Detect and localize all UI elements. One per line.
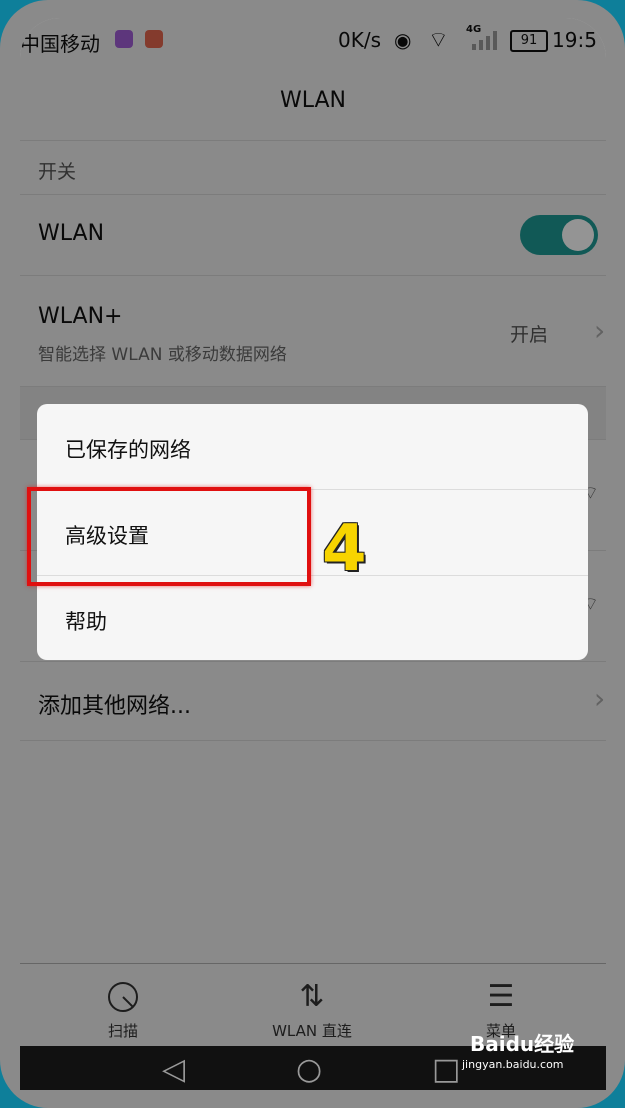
phone-frame: 中国移动 0K/s ◉ ⌔ 4G 91 19:5 WLAN 开关 WLAN WL… (0, 0, 625, 1108)
watermark-logo: Baidu经验 (470, 1032, 575, 1056)
home-icon[interactable]: ○ (296, 1052, 322, 1087)
recents-icon[interactable]: □ (432, 1052, 460, 1087)
menu-item-label: 帮助 (65, 610, 107, 634)
menu-item-help[interactable]: 帮助 (37, 576, 588, 661)
highlight-box (27, 487, 311, 586)
back-icon[interactable]: ◁ (162, 1052, 185, 1087)
menu-item-label: 已保存的网络 (65, 438, 191, 462)
step-number: 4 (322, 512, 367, 586)
menu-item-saved-networks[interactable]: 已保存的网络 (37, 404, 588, 490)
watermark-url: jingyan.baidu.com (462, 1058, 564, 1071)
